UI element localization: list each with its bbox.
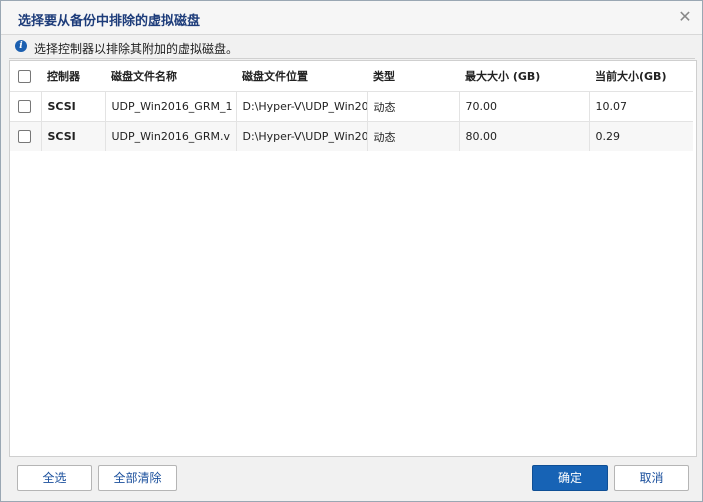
column-header-type[interactable]: 类型 — [367, 61, 459, 92]
cell-file-name: UDP_Win2016_GRM.v — [104, 121, 236, 151]
column-header-current-size[interactable]: 当前大小(GB) — [589, 61, 693, 92]
cell-file-name: UDP_Win2016_GRM_1 — [104, 91, 236, 122]
row-checkbox-cell — [10, 121, 41, 151]
row-checkbox[interactable] — [18, 100, 31, 114]
row-checkbox-cell — [10, 91, 41, 122]
table-row[interactable]: SCSI UDP_Win2016_GRM_1 D:\Hyper-V\UDP_Wi… — [10, 91, 693, 122]
column-header-controller[interactable]: 控制器 — [41, 61, 105, 92]
row-checkbox[interactable] — [18, 130, 31, 144]
cell-current-size: 0.29 — [588, 121, 693, 151]
cell-file-location: D:\Hyper-V\UDP_Win20 — [235, 91, 367, 122]
cancel-button[interactable]: 取消 — [614, 465, 689, 491]
info-text: 选择控制器以排除其附加的虚拟磁盘。 — [34, 42, 239, 56]
dialog-titlebar: 选择要从备份中排除的虚拟磁盘 ✕ — [1, 1, 702, 35]
clear-all-button[interactable]: 全部清除 — [98, 465, 177, 491]
cell-file-location: D:\Hyper-V\UDP_Win20 — [235, 121, 367, 151]
close-icon[interactable]: ✕ — [676, 8, 694, 26]
info-bar: i 选择控制器以排除其附加的虚拟磁盘。 — [9, 36, 695, 59]
cell-max-size: 80.00 — [458, 121, 589, 151]
cell-type: 动态 — [366, 121, 459, 151]
disk-table: 控制器 磁盘文件名称 磁盘文件位置 类型 最大大小 (GB) 当前大小(GB) … — [10, 61, 693, 151]
select-all-button[interactable]: 全选 — [17, 465, 92, 491]
cell-controller: SCSI — [40, 91, 105, 122]
cell-current-size: 10.07 — [588, 91, 693, 122]
exclude-disks-dialog: 选择要从备份中排除的虚拟磁盘 ✕ i 选择控制器以排除其附加的虚拟磁盘。 控制器… — [0, 0, 703, 502]
cell-type: 动态 — [366, 91, 459, 122]
header-checkbox[interactable] — [18, 69, 31, 83]
ok-button[interactable]: 确定 — [532, 465, 608, 491]
button-bar: 全选 全部清除 确定 取消 — [1, 465, 702, 491]
disk-grid: 控制器 磁盘文件名称 磁盘文件位置 类型 最大大小 (GB) 当前大小(GB) … — [9, 60, 697, 457]
select-all-checkbox-cell — [10, 61, 41, 92]
column-header-file-location[interactable]: 磁盘文件位置 — [236, 61, 367, 92]
cell-max-size: 70.00 — [458, 91, 589, 122]
cell-controller: SCSI — [40, 121, 105, 151]
column-header-file-name[interactable]: 磁盘文件名称 — [105, 61, 236, 92]
table-row[interactable]: SCSI UDP_Win2016_GRM.v D:\Hyper-V\UDP_Wi… — [10, 121, 693, 151]
info-icon: i — [15, 40, 27, 52]
dialog-title: 选择要从备份中排除的虚拟磁盘 — [18, 14, 201, 29]
column-header-max-size[interactable]: 最大大小 (GB) — [459, 61, 589, 92]
table-header: 控制器 磁盘文件名称 磁盘文件位置 类型 最大大小 (GB) 当前大小(GB) — [10, 61, 693, 92]
